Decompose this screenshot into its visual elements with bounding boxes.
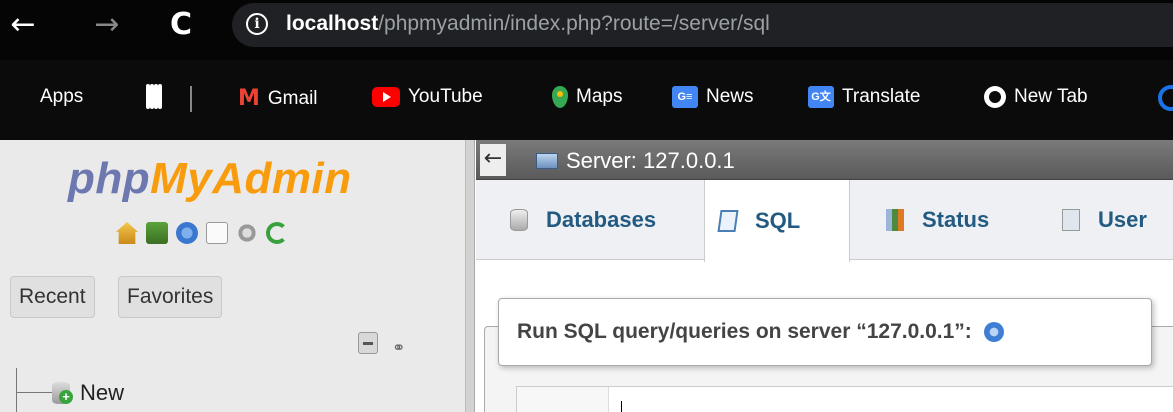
phpmyadmin-logo[interactable]: phpMyAdmin	[68, 154, 352, 204]
apps-grid-icon	[12, 87, 32, 107]
url-text: localhost/phpmyadmin/index.php?route=/se…	[286, 12, 770, 36]
globe-icon	[984, 86, 1006, 108]
new-database-icon[interactable]	[52, 382, 73, 404]
settings-gear-icon[interactable]	[236, 222, 258, 244]
logo-myadmin-text: MyAdmin	[150, 154, 352, 203]
collapse-navigation-arrow[interactable]: ←	[480, 144, 506, 176]
tab-groups-button[interactable]	[146, 84, 176, 109]
text-cursor	[621, 401, 622, 412]
bookmark-new-tab[interactable]: New Tab	[984, 86, 1088, 108]
reload-button[interactable]: C	[164, 8, 198, 42]
sql-icon	[717, 210, 739, 232]
logo-php-text: php	[68, 154, 151, 203]
gmail-icon: M	[238, 86, 260, 111]
server-icon	[536, 153, 558, 169]
main-panel: ← Server: 127.0.0.1 Databases SQL Status…	[476, 140, 1173, 412]
tab-sql[interactable]: SQL	[704, 180, 850, 262]
database-icon	[510, 209, 528, 231]
documentation-icon[interactable]	[206, 222, 228, 244]
bookmark-label: Gmail	[267, 87, 318, 109]
tab-user-accounts[interactable]: User	[1048, 180, 1161, 260]
favorite-tables-button[interactable]: Favorites	[118, 276, 223, 318]
bookmark-translate[interactable]: G文 Translate	[808, 86, 921, 108]
browser-toolbar: ← → C i localhost/phpmyadmin/index.php?r…	[0, 0, 1173, 60]
server-breadcrumb[interactable]: Server: 127.0.0.1	[566, 148, 735, 174]
maps-icon	[552, 86, 568, 108]
tab-label: Status	[922, 207, 990, 232]
sql-query-legend: Run SQL query/queries on server “127.0.0…	[498, 298, 1152, 366]
tab-groups-icon	[146, 84, 168, 109]
tab-label: SQL	[755, 208, 801, 233]
url-host: localhost	[286, 12, 379, 35]
link-with-main-panel-icon[interactable]: ⚭	[392, 338, 405, 357]
tree-connector	[16, 392, 52, 393]
new-database-link[interactable]: New	[80, 380, 124, 406]
sql-query-editor[interactable]	[516, 386, 1173, 412]
bookmark-label: Apps	[40, 86, 84, 107]
back-button[interactable]: ←	[6, 8, 40, 42]
bookmark-label: New Tab	[1014, 86, 1088, 107]
tab-label: User	[1098, 207, 1147, 232]
top-menu-tabs: Databases SQL Status User	[476, 180, 1173, 262]
bookmark-maps[interactable]: Maps	[552, 86, 622, 108]
news-icon: G≡	[672, 86, 698, 108]
bookmark-gmail[interactable]: M Gmail	[238, 86, 318, 111]
panel-resizer[interactable]	[466, 140, 475, 412]
tab-label: Databases	[546, 207, 657, 232]
site-info-icon[interactable]: i	[246, 13, 268, 35]
user-accounts-icon	[1062, 209, 1080, 231]
collapse-all-icon[interactable]	[358, 332, 378, 354]
youtube-icon	[372, 87, 400, 107]
bookmark-label: Translate	[842, 86, 921, 107]
sql-legend-text: Run SQL query/queries on server “127.0.0…	[517, 320, 972, 343]
bookmark-news[interactable]: G≡ News	[672, 86, 754, 108]
home-icon[interactable]	[116, 222, 138, 244]
address-bar[interactable]: i localhost/phpmyadmin/index.php?route=/…	[232, 3, 1173, 47]
translate-icon: G文	[808, 86, 834, 108]
url-path: /phpmyadmin/index.php?route=/server/sql	[378, 12, 770, 35]
recent-tables-button[interactable]: Recent	[10, 276, 95, 318]
help-icon[interactable]	[176, 222, 198, 244]
quick-links	[116, 222, 288, 244]
navigation-panel: phpMyAdmin Recent Favorites ⚭ New	[0, 140, 466, 412]
bookmark-separator	[190, 86, 192, 112]
bookmark-youtube[interactable]: YouTube	[372, 86, 483, 108]
bookmark-label: Maps	[576, 86, 623, 107]
tab-status[interactable]: Status	[872, 180, 1003, 260]
help-icon[interactable]	[983, 322, 1004, 342]
breadcrumb-bar: ← Server: 127.0.0.1	[476, 140, 1173, 180]
bookmark-apps[interactable]: Apps	[12, 86, 83, 108]
bookmark-label: YouTube	[408, 86, 483, 107]
forward-button[interactable]: →	[90, 8, 124, 42]
status-chart-icon	[886, 209, 904, 231]
tab-databases[interactable]: Databases	[496, 180, 670, 260]
logout-icon[interactable]	[146, 222, 168, 244]
reload-navigation-icon[interactable]	[266, 222, 288, 244]
tree-connector	[16, 368, 17, 412]
editor-line-gutter	[517, 387, 609, 412]
bookmark-label: News	[706, 86, 754, 107]
